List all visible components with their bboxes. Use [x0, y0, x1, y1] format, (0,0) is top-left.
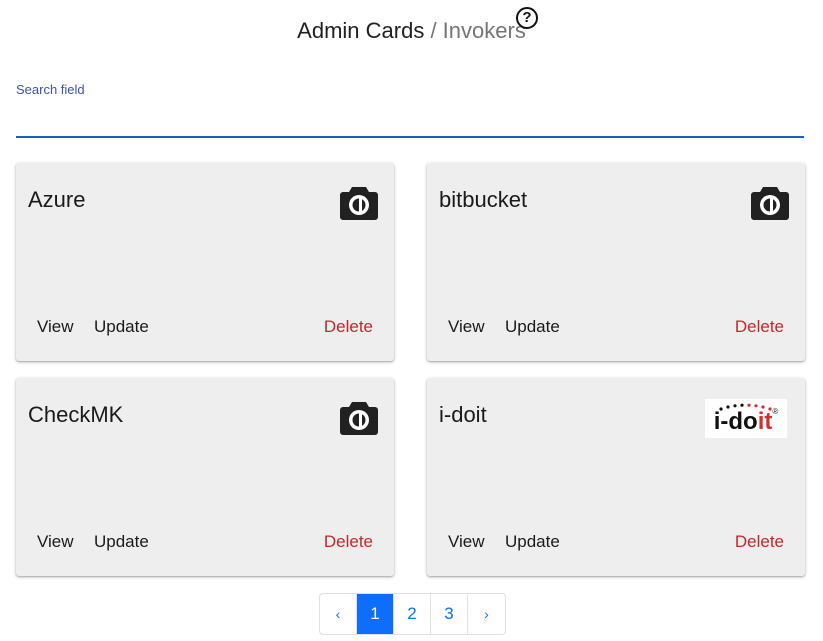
search-field: Search field [16, 82, 804, 140]
page-header: Admin Cards / Invokers [0, 16, 823, 46]
search-label: Search field [16, 82, 85, 97]
delete-button[interactable]: Delete [735, 532, 784, 552]
view-button[interactable]: View [448, 532, 485, 552]
card-title: Azure [28, 187, 86, 212]
i-doit-logo: i-doit® [705, 399, 787, 438]
update-button[interactable]: Update [505, 532, 560, 552]
card-title: i-doit [439, 402, 487, 427]
update-button[interactable]: Update [505, 317, 560, 337]
card-title: CheckMK [28, 402, 124, 427]
delete-button[interactable]: Delete [324, 317, 373, 337]
pagination-next[interactable]: › [468, 594, 505, 634]
update-button[interactable]: Update [94, 532, 149, 552]
camera-icon [751, 187, 789, 220]
help-icon[interactable]: ? [516, 7, 538, 29]
logo-registered-mark: ® [772, 407, 779, 416]
pagination-prev[interactable]: ‹ [320, 594, 357, 634]
delete-button[interactable]: Delete [735, 317, 784, 337]
logo-dots-decoration [719, 403, 772, 411]
view-button[interactable]: View [37, 532, 74, 552]
card-azure: Azure View Update Delete [16, 163, 394, 361]
update-button[interactable]: Update [94, 317, 149, 337]
logo-text-red: it [757, 408, 773, 435]
camera-icon [340, 187, 378, 220]
camera-icon [340, 402, 378, 435]
delete-button[interactable]: Delete [324, 532, 373, 552]
view-button[interactable]: View [448, 317, 485, 337]
page-title: Admin Cards [297, 18, 425, 43]
card-checkmk: CheckMK View Update Delete [16, 378, 394, 576]
search-input[interactable] [16, 104, 804, 138]
page-subtitle: Invokers [442, 18, 526, 43]
pagination-page-3[interactable]: 3 [431, 594, 468, 634]
view-button[interactable]: View [37, 317, 74, 337]
pagination: ‹ 1 2 3 › [319, 593, 506, 635]
card-title: bitbucket [439, 187, 528, 212]
pagination-page-1[interactable]: 1 [357, 594, 394, 634]
card-i-doit: i-doit i-doit® View Update Delete [427, 378, 805, 576]
card-bitbucket: bitbucket View Update Delete [427, 163, 805, 361]
pagination-page-2[interactable]: 2 [394, 594, 431, 634]
breadcrumb-separator: / [424, 18, 443, 43]
logo-text-black: i-do [713, 408, 758, 435]
